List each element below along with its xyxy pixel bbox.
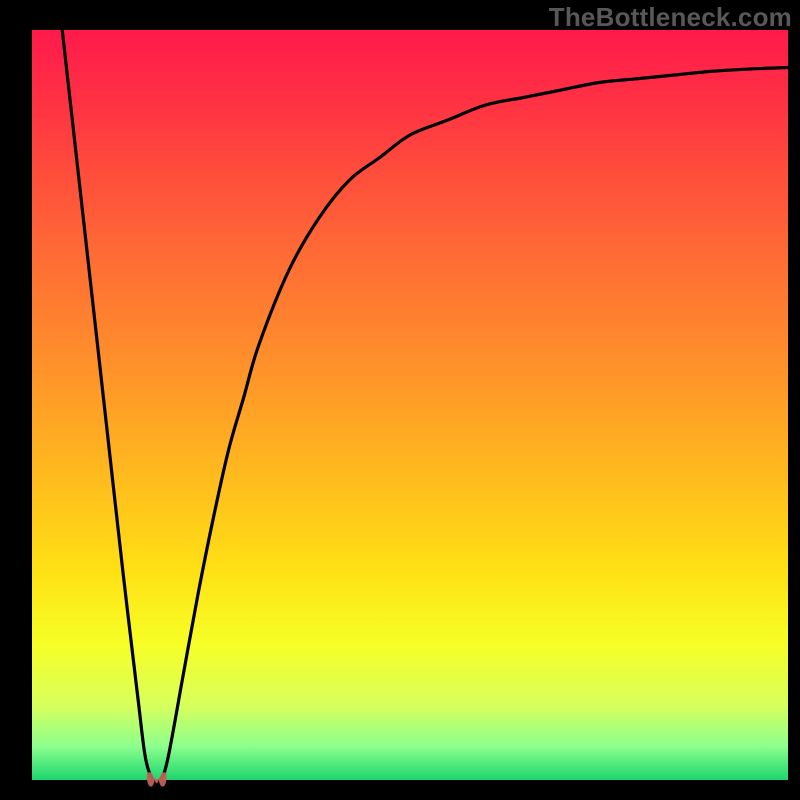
chart-container [0,0,800,800]
chart-frame-bar [0,780,800,800]
chart-frame-bar [0,0,32,800]
page-root: TheBottleneck.com [0,0,800,800]
chart-frame-bar [788,0,800,800]
watermark-text: TheBottleneck.com [549,2,792,33]
chart-background [32,30,788,780]
bottleneck-chart [0,0,800,800]
